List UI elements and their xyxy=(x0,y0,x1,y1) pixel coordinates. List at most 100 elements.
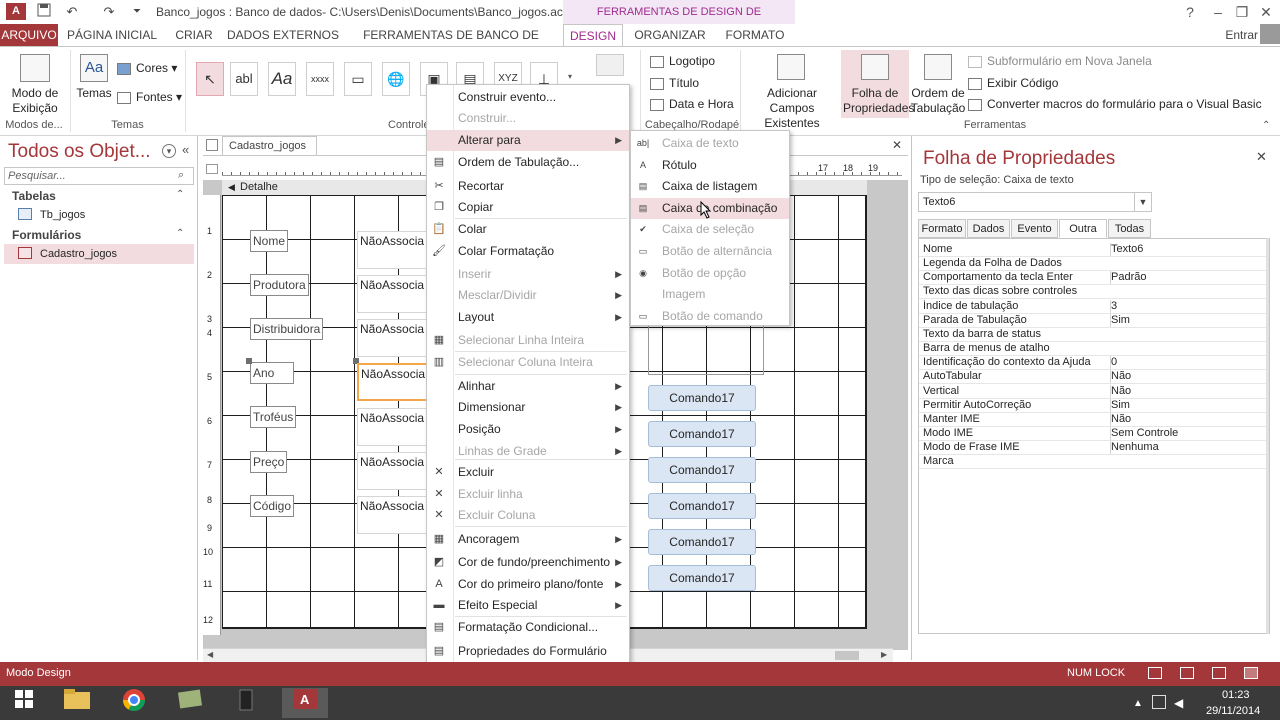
view-code-button[interactable]: Exibir Código xyxy=(968,73,1058,93)
property-value[interactable]: Não xyxy=(1110,370,1268,384)
property-row[interactable]: Marca xyxy=(919,455,1269,470)
property-row[interactable]: Identificação do contexto da Ajuda 0 xyxy=(919,356,1269,371)
textbox-nome[interactable]: NãoAssocia xyxy=(357,231,429,269)
context-menu-item[interactable]: Alinhar ▶ xyxy=(427,376,629,397)
customize-qat-icon[interactable]: ⏷ xyxy=(128,3,146,21)
property-value[interactable]: Sem Controle xyxy=(1110,426,1268,440)
command-button[interactable]: Comando17 xyxy=(648,493,756,519)
add-existing-fields-button[interactable]: Adicionar Campos Existentes xyxy=(744,86,840,131)
close-document-icon[interactable]: ✕ xyxy=(892,138,902,152)
app-icon-green[interactable] xyxy=(170,688,210,718)
context-menu-item[interactable]: Construir evento... xyxy=(427,87,629,108)
property-sheet-icon[interactable] xyxy=(861,54,889,80)
property-value[interactable]: Sim xyxy=(1110,313,1268,327)
nav-group-tabelas[interactable]: Tabelas xyxy=(12,189,56,203)
property-value[interactable]: 0 xyxy=(1110,356,1268,370)
field-label-distribuidora[interactable]: Distribuidora xyxy=(250,318,324,340)
close-property-sheet-icon[interactable]: ✕ xyxy=(1256,149,1267,165)
context-menu-item[interactable]: ▤ Propriedades do Formulário xyxy=(427,641,629,662)
field-label-trofeus[interactable]: Troféus xyxy=(250,406,297,428)
field-label-nome[interactable]: Nome xyxy=(250,230,289,252)
property-value[interactable]: Sim xyxy=(1110,398,1268,412)
nav-item-cadastro-jogos[interactable]: Cadastro_jogos xyxy=(4,244,194,264)
submenu-item[interactable]: ▤ Caixa de listagem xyxy=(631,176,789,197)
colors-button[interactable]: Cores ▾ xyxy=(117,58,177,78)
property-row[interactable]: Texto das dicas sobre controles xyxy=(919,285,1269,300)
context-menu-item[interactable]: ▤ Ordem de Tabulação... xyxy=(427,152,629,173)
convert-macros-button[interactable]: Converter macros do formulário para o Vi… xyxy=(968,94,1262,114)
tab-formato[interactable]: FORMATO xyxy=(716,24,794,46)
title-button[interactable]: Título xyxy=(650,73,699,93)
subform-placeholder[interactable] xyxy=(648,325,764,375)
property-scrollbar[interactable] xyxy=(1266,238,1269,634)
view-mode-button[interactable]: Modo de Exibição xyxy=(4,86,66,116)
property-value[interactable]: Não xyxy=(1110,384,1268,398)
context-menu-item[interactable]: ▤ Formatação Condicional... xyxy=(427,617,629,638)
prop-tab-dados[interactable]: Dados xyxy=(967,219,1010,238)
textbox-distribuidora[interactable]: NãoAssocia xyxy=(357,319,429,357)
chevron-down-icon[interactable]: ▼ xyxy=(1134,193,1151,211)
nav-search-input[interactable]: Pesquisar... xyxy=(4,167,194,185)
context-menu-item[interactable]: Posição ▶ xyxy=(427,419,629,440)
form-view-icon[interactable] xyxy=(1148,667,1162,679)
nav-collapse-icon[interactable]: « xyxy=(182,142,189,157)
fonts-button[interactable]: Fontes ▾ xyxy=(117,87,182,107)
clock-time[interactable]: 01:23 xyxy=(1222,689,1250,701)
redo-icon[interactable]: ↷ xyxy=(100,3,118,21)
prop-tab-todas[interactable]: Todas xyxy=(1108,219,1151,238)
file-explorer-icon[interactable] xyxy=(57,688,97,718)
property-value[interactable]: Não xyxy=(1110,412,1268,426)
context-menu-item[interactable]: A Cor do primeiro plano/fonte ▶ xyxy=(427,574,629,595)
access-taskbar-icon[interactable]: A xyxy=(282,688,328,718)
help-button[interactable]: ? xyxy=(1176,2,1204,22)
tray-up-icon[interactable]: ▲ xyxy=(1133,698,1143,709)
close-button[interactable]: ✕ xyxy=(1252,2,1280,22)
property-row[interactable]: Comportamento da tecla Enter Padrão xyxy=(919,271,1269,286)
field-label-produtora[interactable]: Produtora xyxy=(250,274,309,296)
context-menu-item[interactable]: Dimensionar ▶ xyxy=(427,397,629,418)
submenu-item[interactable]: A Rótulo xyxy=(631,155,789,176)
view-mode-icon[interactable] xyxy=(20,54,50,82)
tab-organizar[interactable]: ORGANIZAR xyxy=(630,24,710,46)
property-row[interactable]: Modo IME Sem Controle xyxy=(919,426,1269,441)
nav-menu-chevron-icon[interactable]: ▾ xyxy=(162,144,176,158)
date-time-button[interactable]: Data e Hora xyxy=(650,94,734,114)
label-control-icon[interactable]: Aa xyxy=(268,62,296,96)
button-control-icon[interactable]: xxxx xyxy=(306,62,334,96)
field-label-codigo[interactable]: Código xyxy=(250,495,295,517)
add-fields-icon[interactable] xyxy=(777,54,805,80)
tab-control-icon[interactable]: ▭ xyxy=(344,62,372,96)
nav-group-formularios[interactable]: Formulários xyxy=(12,228,81,242)
chrome-icon[interactable] xyxy=(114,688,154,718)
tab-order-icon[interactable] xyxy=(924,54,952,80)
document-tab-cadastro-jogos[interactable]: Cadastro_jogos xyxy=(222,136,317,155)
textbox-preco[interactable]: NãoAssocia xyxy=(357,452,429,490)
context-menu-item[interactable]: ▦ Ancoragem ▶ xyxy=(427,529,629,550)
control-selector-combo[interactable]: Texto6 xyxy=(918,192,1152,212)
command-button[interactable]: Comando17 xyxy=(648,565,756,591)
user-avatar-icon[interactable] xyxy=(1260,24,1280,44)
field-label-ano[interactable]: Ano xyxy=(250,362,294,384)
scroll-thumb[interactable] xyxy=(835,651,859,660)
property-row[interactable]: Texto da barra de status xyxy=(919,328,1269,342)
context-menu-item[interactable]: 🖌 Colar Formatação xyxy=(427,241,629,262)
property-row[interactable]: Vertical Não xyxy=(919,384,1269,399)
property-row[interactable]: Manter IME Não xyxy=(919,412,1269,427)
windows-start-icon[interactable] xyxy=(4,688,44,718)
undo-icon[interactable]: ↶ xyxy=(63,3,81,21)
context-menu-item[interactable]: Alterar para ▶ xyxy=(427,130,629,151)
tab-arquivo[interactable]: ARQUIVO xyxy=(0,24,58,46)
prop-tab-outra[interactable]: Outra xyxy=(1059,219,1107,238)
select-pointer-icon[interactable]: ↖ xyxy=(196,62,224,96)
field-label-preco[interactable]: Preço xyxy=(250,451,288,473)
property-row[interactable]: Barra de menus de atalho xyxy=(919,342,1269,357)
collapse-group-icon[interactable]: ⌃ xyxy=(176,228,184,239)
tray-network-icon[interactable] xyxy=(1152,695,1166,709)
command-button[interactable]: Comando17 xyxy=(648,457,756,483)
save-icon[interactable] xyxy=(35,3,53,21)
design-view-icon[interactable] xyxy=(1244,667,1258,679)
textbox-trofeus[interactable]: NãoAssocia xyxy=(357,408,429,446)
context-menu-item[interactable]: 📋 Colar xyxy=(427,219,629,240)
logo-button[interactable]: Logotipo xyxy=(650,51,715,71)
search-icon[interactable]: ⌕ xyxy=(178,169,184,182)
